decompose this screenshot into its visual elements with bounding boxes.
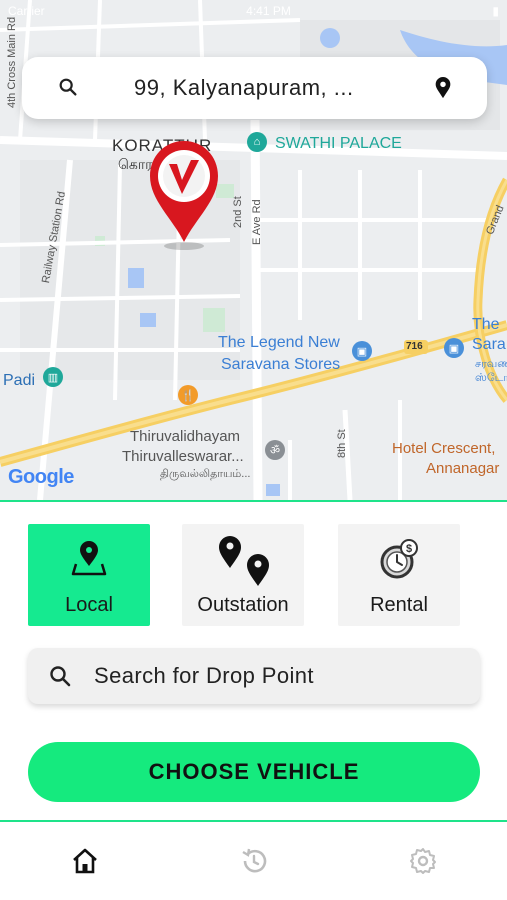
road-shield-716: 716 [406,341,423,352]
map-label-padi: Padi [3,372,36,389]
temple-poi-icon[interactable]: ॐ [265,440,285,460]
service-tile-outstation[interactable]: Outstation [182,524,304,626]
location-pin-icon[interactable] [432,76,454,100]
svg-text:$: $ [406,543,412,555]
map-label-swathi-palace: SWATHI PALACE [275,135,402,152]
map-label-legend-1: The Legend New [218,334,340,351]
pickup-search-bar[interactable]: 99, Kalyanapuram, ... [22,57,487,119]
road-label-4th-cross: 4th Cross Main Rd [6,16,18,108]
map-label-hotel-2: Annanagar [426,460,500,477]
gear-icon[interactable] [408,846,438,876]
current-location-pin-icon[interactable] [146,138,222,252]
search-icon [59,78,77,96]
shopping-poi-icon-2[interactable]: ▣ [444,338,464,358]
map-label-hotel-1: Hotel Crescent, [392,440,496,457]
battery-icon: ▮ [492,4,499,18]
train-station-icon[interactable]: ▥ [43,367,63,387]
google-attribution-text: Google [8,466,74,488]
booking-panel: Local Outstation $ Rental Search for Dro… [0,500,507,822]
map-label-the-sara-2: Sara [472,336,506,353]
road-label-8th-st: 8th St [336,429,348,458]
map-label-thiru-1: Thiruvalidhayam [130,428,241,445]
two-pins-icon [182,532,304,586]
map-label-thiru-tamil: திருவல்லிதாயம்... [160,468,251,480]
map-label-thiru-2: Thiruvalleswarar... [122,448,244,465]
restaurant-poi-icon[interactable]: 🍴 [178,385,198,405]
status-bar: Carrier 4:41 PM ▮ [8,4,499,20]
shopping-poi-icon[interactable]: ▣ [352,341,372,361]
clock-dollar-icon: $ [338,538,460,580]
google-attribution: Google [8,466,74,489]
hotel-poi-icon[interactable]: ⌂ [247,132,267,152]
map-label-sara-tamil: சரவண [475,358,507,370]
drop-point-placeholder: Search for Drop Point [94,663,314,688]
road-label-2nd-st: 2nd St [232,196,244,228]
home-icon[interactable] [70,846,100,876]
map-label-legend-2: Saravana Stores [221,356,341,373]
map-pin-icon [28,538,150,578]
map-label-stores-tamil: ஸ்டோ [475,372,507,384]
map-label-the-sara-1: The [472,316,500,333]
search-icon [50,666,71,687]
service-tile-local[interactable]: Local [28,524,150,626]
time-label: 4:41 PM [246,4,291,18]
service-label-local: Local [65,594,113,616]
bottom-nav [0,822,507,900]
map-view[interactable]: Carrier 4:41 PM ▮ KORATTUR கொரட்டூர் ⌂ S… [0,0,507,500]
drop-point-search[interactable]: Search for Drop Point [28,648,480,704]
road-label-e-ave: E Ave Rd [251,199,263,245]
service-label-rental: Rental [370,594,428,616]
history-icon[interactable] [239,846,269,876]
service-tile-rental[interactable]: $ Rental [338,524,460,626]
pickup-address[interactable]: 99, Kalyanapuram, ... [134,75,377,101]
choose-vehicle-button[interactable]: CHOOSE VEHICLE [28,742,480,802]
service-label-outstation: Outstation [197,594,289,616]
